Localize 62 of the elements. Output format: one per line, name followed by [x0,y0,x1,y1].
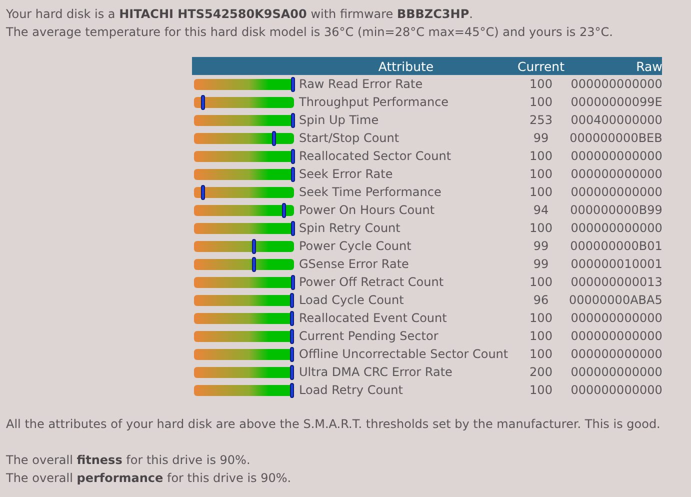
table-cell-text: Current Pending Sector [298,328,440,345]
table-cell-text: 100 [528,220,554,237]
table-cell-text: 000400000000 [570,112,662,129]
table-cell-text: Power On Hours Count [298,202,436,219]
table-cell-text: 99 [532,238,550,255]
table-cell-text: 94 [532,202,550,219]
table-cell-text: 99 [532,130,550,147]
table-cell-text: 000000000000 [570,184,662,201]
table-cell-text: 253 [528,112,554,129]
table-cell-text: Load Cycle Count [298,292,405,309]
table-cell-text: 000000000000 [570,364,662,381]
table-cell-text: 000000000000 [570,328,662,345]
table-cell-text: 000000000B01 [569,238,662,255]
table-cell-text: Spin Retry Count [298,220,402,237]
table-cell-text: 100 [528,310,554,327]
info-text: The average temperature for this hard disk model is 36°C (min=28°C max=45°C) and yours is 23°C. [6,24,614,41]
column-header: Attribute [298,57,513,75]
table-cell-text: Ultra DMA CRC Error Rate [298,364,454,381]
table-cell-text: 100 [528,94,554,111]
table-cell-text: Power Cycle Count [298,238,412,255]
overall-text: The overall fitness for this drive is 90%. [6,452,252,469]
table-cell-text: Seek Time Performance [298,184,442,201]
table-cell-text: 100 [528,382,554,399]
table-cell-text: 99 [532,256,550,273]
table-cell-text: Reallocated Sector Count [298,148,452,165]
table-cell-text: 100 [528,184,554,201]
table-cell-text: Start/Stop Count [298,130,400,147]
table-cell-text: Throughput Performance [298,94,450,111]
table-cell-text: Offline Uncorrectable Sector Count [298,346,510,363]
info-text: Your hard disk is a HITACHI HTS542580K9SA00 with firmware BBBZC3HP. [6,6,474,23]
table-cell-text: Power Off Retract Count [298,274,445,291]
table-cell-text: 100 [528,166,554,183]
table-cell-text: 000000000000 [570,382,662,399]
table-cell-text: 100 [528,274,554,291]
summary-text: All the attributes of your hard disk are above the S.M.A.R.T. thresholds set by the manufacturer. This is good. [6,416,662,433]
table-cell-text: 100 [528,328,554,345]
table-cell-text: 000000000BEB [569,130,662,147]
column-header: Current [513,57,569,75]
table-cell-text: 000000000013 [570,274,662,291]
table-cell-text: 000000000000 [570,346,662,363]
table-cell: Raw Read Error Rate [298,75,513,93]
table-cell-text: 96 [532,292,550,309]
table-cell-text: 000000010001 [570,256,662,273]
table-cell-text: 000000000000 [570,166,662,183]
overall-text: The overall performance for this drive is 90%. [6,470,292,487]
table-cell-text: Load Retry Count [298,382,404,399]
table-cell-text: GSense Error Rate [298,256,410,273]
table-cell-text: 000000000000 [570,148,662,165]
table-cell-text: 00000000099E [570,94,662,111]
table-cell-text: 000000000000 [570,310,662,327]
table-cell-text: Spin Up Time [298,112,380,129]
column-header: Raw [569,57,662,75]
table-cell: 000000000000 [569,75,662,93]
table-cell-text: Reallocated Event Count [298,310,448,327]
table-cell-text: 100 [528,346,554,363]
table-cell-text: Seek Error Rate [298,166,394,183]
table-cell-text: 000000000000 [570,220,662,237]
table-cell-text: 00000000ABA5 [569,292,662,309]
table-cell-text: 100 [528,148,554,165]
table-cell-text: 000000000B99 [569,202,662,219]
table-cell-text: 200 [528,364,554,381]
table-cell: 100 [513,75,569,93]
